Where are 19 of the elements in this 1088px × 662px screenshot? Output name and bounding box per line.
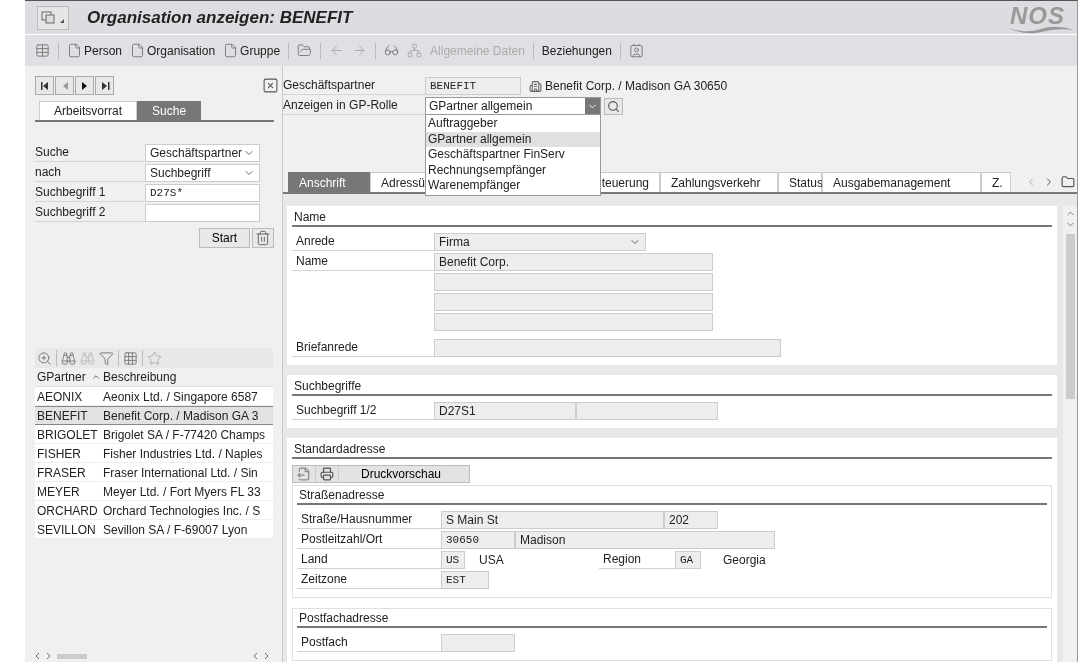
subsection-title: Postfachadresse — [297, 611, 1047, 628]
window-title: Organisation anzeigen: BENEFIT — [87, 7, 353, 28]
search-term-field: D27S1 — [434, 402, 576, 420]
section-title: Suchbegriffe — [292, 379, 1052, 396]
name-field: Benefit Corp. — [434, 253, 713, 271]
postal-code-field: 30650 — [441, 531, 515, 549]
partner-field: BENEFIT — [425, 77, 521, 95]
section-title: Name — [292, 210, 1052, 227]
region-code-field: GA — [675, 551, 701, 569]
subsection-title: Straßenadresse — [297, 488, 1047, 505]
street-field: S Main St — [441, 511, 664, 529]
country-name: USA — [479, 553, 505, 567]
timezone-field: EST — [441, 571, 489, 589]
region-name: Georgia — [723, 553, 766, 567]
partner-description: Benefit Corp. / Madison GA 30650 — [545, 79, 728, 93]
country-code-field: US — [441, 551, 465, 569]
city-field: Madison — [515, 531, 775, 549]
section-title: Standardadresse — [292, 442, 1052, 459]
house-number-field: 202 — [664, 511, 718, 529]
